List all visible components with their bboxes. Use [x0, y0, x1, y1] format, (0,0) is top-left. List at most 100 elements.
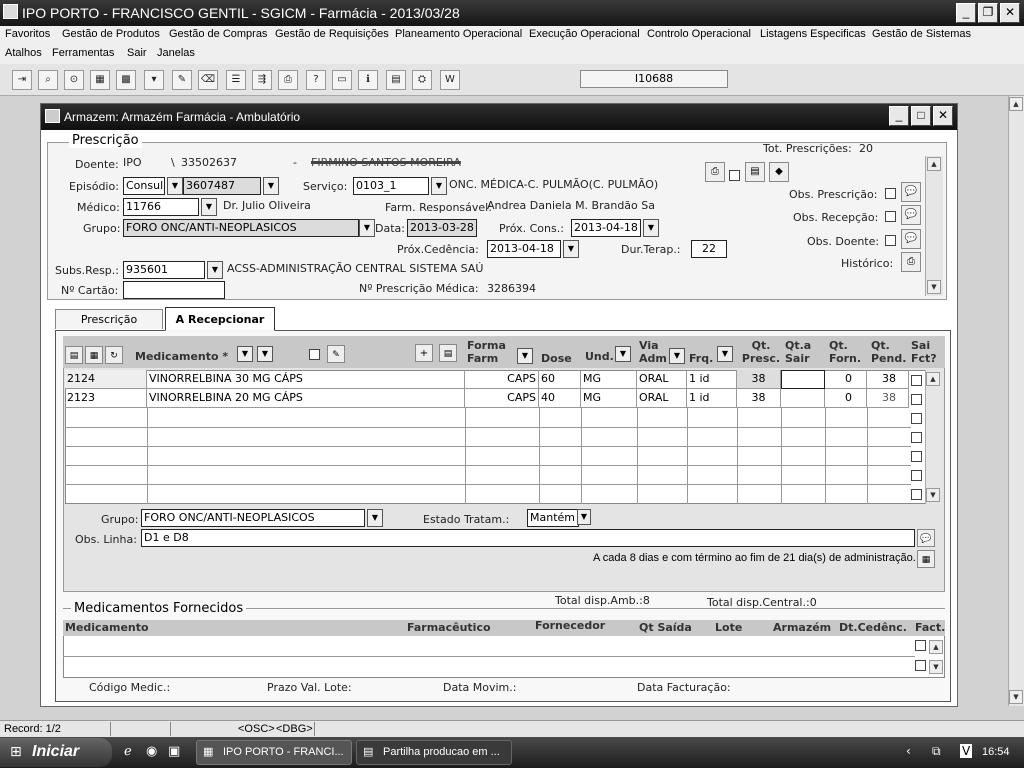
calendar-icon[interactable]: ▦ [917, 550, 935, 568]
ie-icon[interactable]: ℯ [124, 744, 132, 759]
medicamento-sort-dropdown[interactable]: ▼ [237, 346, 253, 362]
close-button[interactable]: ✕ [1000, 3, 1020, 23]
exit-icon[interactable]: ⇥ [12, 70, 32, 90]
row1-forma[interactable]: CAPS [465, 370, 539, 389]
row2-und[interactable]: MG [581, 389, 637, 408]
menu-gestao-requisicoes[interactable]: Gestão de Requisições [275, 28, 389, 40]
row2-dose[interactable]: 40 [539, 389, 581, 408]
data-field[interactable]: 2013-03-28 [407, 219, 477, 237]
menu-controlo[interactable]: Controlo Operacional [647, 28, 751, 40]
main-scrollbar[interactable] [1008, 96, 1024, 706]
grid-scroll-up[interactable]: ▲ [926, 372, 940, 386]
grid-refresh-icon[interactable]: ↻ [105, 346, 123, 364]
row1-dose[interactable]: 60 [539, 370, 581, 389]
grupo-field[interactable]: FORO ONC/ANTI-NEOPLASICOS [123, 219, 359, 237]
subs-resp-dropdown[interactable]: ▼ [207, 261, 223, 279]
medico-code-field[interactable]: 11766 [123, 198, 199, 216]
menu-listagens[interactable]: Listagens Especificas [760, 28, 866, 40]
help-icon[interactable]: ? [306, 70, 326, 90]
grid-scrollbar[interactable] [925, 370, 941, 504]
via-adm-dropdown[interactable]: ▼ [669, 348, 685, 364]
obs-recepcao-checkbox[interactable] [885, 211, 896, 222]
prox-cedencia-field[interactable]: 2013-04-18 [487, 240, 561, 258]
medico-dropdown[interactable]: ▼ [201, 198, 217, 216]
tray-arrow-icon[interactable]: ‹ [906, 744, 911, 758]
tab-prescricao[interactable]: Prescrição [55, 309, 163, 329]
grid-grupo-field[interactable]: FORO ONC/ANTI-NEOPLASICOS [141, 509, 365, 527]
zoom-icon[interactable]: ⊙ [64, 70, 84, 90]
estado-tratam-dropdown[interactable]: ▼ [577, 509, 591, 525]
historico-icon[interactable]: ⎙ [901, 252, 921, 272]
menu-atalhos[interactable]: Atalhos [5, 47, 42, 59]
estado-tratam-field[interactable]: Mantém [527, 509, 579, 527]
grid-edit-icon[interactable]: ▩ [116, 70, 136, 90]
word-icon[interactable]: W [440, 70, 460, 90]
grid-edit-icon[interactable]: ✎ [327, 345, 345, 363]
restore-button[interactable]: ❐ [978, 3, 998, 23]
window-minimize-button[interactable]: _ [889, 106, 909, 126]
prescricao-scrollbar[interactable] [925, 156, 943, 296]
episodio-num-field[interactable]: 3607487 [183, 177, 261, 195]
main-scroll-down[interactable]: ▼ [1009, 690, 1023, 704]
grid-view-icon[interactable]: ▤ [65, 346, 83, 364]
menu-execucao[interactable]: Execução Operacional [529, 28, 640, 40]
card-icon[interactable]: ▭ [332, 70, 352, 90]
servico-code-field[interactable]: 0103_1 [353, 177, 429, 195]
search-icon[interactable]: ⌕ [38, 70, 58, 90]
grid-grupo-dropdown[interactable]: ▼ [367, 509, 383, 527]
episodio-type-field[interactable]: Consul [123, 177, 165, 195]
prescricao-scroll-up[interactable]: ▲ [927, 157, 941, 171]
diamond-action-icon[interactable]: ◆ [769, 162, 789, 182]
menu-favoritos[interactable]: Favoritos [5, 28, 50, 40]
forma-farm-dropdown[interactable]: ▼ [517, 348, 533, 364]
window-maximize-button[interactable]: □ [911, 106, 931, 126]
add-row-icon[interactable]: + [415, 344, 433, 362]
row1-und[interactable]: MG [581, 370, 637, 389]
obs-doente-comment-icon[interactable]: 💬 [901, 229, 921, 249]
tray-v-icon[interactable]: V [960, 744, 973, 758]
menu-ferramentas[interactable]: Ferramentas [52, 47, 114, 59]
fact-checkbox[interactable] [915, 660, 926, 671]
media-icon[interactable]: ◉ [146, 744, 157, 759]
sai-fct-checkbox[interactable] [911, 489, 922, 500]
row1-code[interactable]: 2124 [65, 370, 147, 389]
minimize-button[interactable]: _ [956, 3, 976, 23]
sai-fct-checkbox[interactable] [911, 394, 922, 405]
sai-fct-checkbox[interactable] [911, 413, 922, 424]
obs-doente-checkbox[interactable] [885, 235, 896, 246]
desktop-icon[interactable]: ▣ [168, 744, 180, 759]
menu-gestao-sistemas[interactable]: Gestão de Sistemas [872, 28, 971, 40]
dropdown-icon[interactable]: ▾ [144, 70, 164, 90]
fornecidos-scroll-down[interactable]: ▼ [929, 660, 943, 674]
menu-gestao-compras[interactable]: Gestão de Compras [169, 28, 267, 40]
list-arrow-icon[interactable]: ⇶ [252, 70, 272, 90]
fornecidos-scroll-up[interactable]: ▲ [929, 640, 943, 654]
calculator-icon[interactable]: ▤ [386, 70, 406, 90]
row2-forma[interactable]: CAPS [465, 389, 539, 408]
dur-terap-field[interactable]: 22 [691, 240, 727, 258]
start-button[interactable]: ⊞ Iniciar [0, 738, 112, 767]
obs-recepcao-comment-icon[interactable]: 💬 [901, 205, 921, 225]
main-scroll-up[interactable]: ▲ [1009, 97, 1023, 111]
row1-qt-sair[interactable] [781, 370, 825, 389]
row2-via[interactable]: ORAL [637, 389, 687, 408]
window-close-button[interactable]: ✕ [933, 106, 953, 126]
obs-linha-field[interactable]: D1 e D8 [141, 529, 915, 547]
episodio-type-dropdown[interactable]: ▼ [167, 177, 183, 195]
prox-cons-dropdown[interactable]: ▼ [643, 219, 659, 237]
grid-calc-icon[interactable]: ▤ [439, 344, 457, 362]
eraser-icon[interactable]: ⌫ [198, 70, 218, 90]
row1-frq[interactable]: 1 id [687, 370, 737, 389]
row1-name[interactable]: VINORRELBINA 30 MG CÁPS [147, 370, 465, 389]
tray-network-icon[interactable]: ⧉ [932, 744, 941, 759]
medicamento-filter-dropdown[interactable]: ▼ [257, 346, 273, 362]
frq-dropdown[interactable]: ▼ [717, 346, 733, 362]
scanner-icon[interactable]: ⎙ [705, 162, 725, 182]
subs-resp-field[interactable]: 935601 [123, 261, 205, 279]
row2-code[interactable]: 2123 [65, 389, 147, 408]
print-icon[interactable]: ⎙ [278, 70, 298, 90]
sai-fct-checkbox[interactable] [911, 470, 922, 481]
episodio-num-dropdown[interactable]: ▼ [263, 177, 279, 195]
prox-cedencia-dropdown[interactable]: ▼ [563, 240, 579, 258]
menu-janelas[interactable]: Janelas [157, 47, 195, 59]
